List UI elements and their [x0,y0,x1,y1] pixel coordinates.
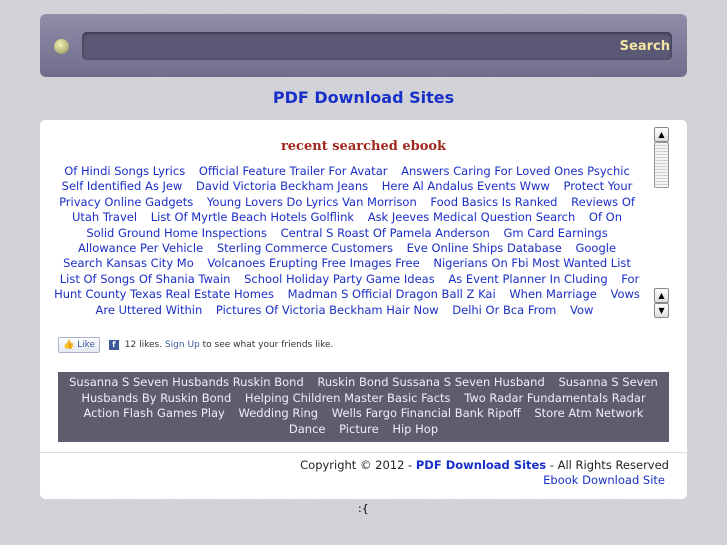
recent-link[interactable]: Gm Card Earnings [503,226,607,240]
recent-link[interactable]: Of On [589,210,622,224]
scroll-down-arrow-icon[interactable]: ▼ [654,303,669,318]
ebook-download-link[interactable]: Ebook Download Site [543,473,665,487]
status-dot-icon [54,39,69,54]
scroll-thumb[interactable] [654,142,669,188]
recent-link[interactable]: As Event Planner In Cluding [448,272,607,286]
search-bar: Search [40,14,687,77]
recent-link[interactable]: Madman S Official Dragon Ball Z Kai [288,287,496,301]
copyright-line: Copyright © 2012 - PDF Download Sites - … [300,458,669,472]
recent-link[interactable]: Pictures Of Victoria Beckham Hair Now [216,303,439,317]
recent-link[interactable]: Search Kansas City Mo [63,256,194,270]
recent-link[interactable]: Volcanoes Erupting Free Images Free [207,256,419,270]
recent-link[interactable]: List Of Songs Of Shania Twain [60,272,231,286]
tag-link[interactable]: Ruskin Bond Sussana S Seven Husband [317,375,544,389]
recent-link[interactable]: Sterling Commerce Customers [217,241,393,255]
recent-link[interactable]: Google [575,241,616,255]
recent-link[interactable]: Here Al Andalus Events Www [382,179,550,193]
search-input[interactable] [82,32,672,60]
recent-link[interactable]: When Marriage [509,287,597,301]
recent-link[interactable]: Food Basics Is Ranked [430,195,557,209]
likes-count: 12 likes. [124,340,163,350]
facebook-like-row: 👍 Like f 12 likes. Sign Up to see what y… [58,337,333,357]
tag-link[interactable]: Helping Children Master Basic Facts [245,391,451,405]
scroll-up-arrow-icon[interactable]: ▲ [654,127,669,142]
tag-link[interactable]: Husbands By Ruskin Bond [81,391,231,405]
site-title[interactable]: PDF Download Sites [0,88,727,107]
tag-link[interactable]: Susanna S Seven Husbands Ruskin Bond [69,375,304,389]
like-button[interactable]: 👍 Like [58,337,101,353]
recent-link[interactable]: Answers Caring For Loved Ones Psychic [401,164,630,178]
recent-link[interactable]: Vow [570,303,593,317]
recent-link[interactable]: Reviews Of [571,195,635,209]
tag-link[interactable]: Wedding Ring [239,406,319,420]
tag-link[interactable]: Dance [289,422,326,436]
recent-link[interactable]: Delhi Or Bca From [452,303,556,317]
recent-link[interactable]: Ask Jeeves Medical Question Search [368,210,576,224]
scrollbar[interactable]: ▲ ▲ ▼ [654,127,669,318]
divider [40,452,687,453]
recent-link[interactable]: Central S Roast Of Pamela Anderson [281,226,490,240]
recent-link[interactable]: Eve Online Ships Database [407,241,562,255]
recent-link[interactable]: Nigerians On Fbi Most Wanted List [433,256,631,270]
recent-link[interactable]: Solid Ground Home Inspections [86,226,267,240]
tag-link[interactable]: Hip Hop [392,422,438,436]
recent-link[interactable]: School Holiday Party Game Ideas [244,272,435,286]
scroll-up-arrow-icon[interactable]: ▲ [654,288,669,303]
recent-link[interactable]: Of Hindi Songs Lyrics [64,164,185,178]
recent-links-list: Of Hindi Songs Lyrics Official Feature T… [54,164,640,317]
tag-link[interactable]: Wells Fargo Financial Bank Ripoff [332,406,521,420]
footer-site-link[interactable]: PDF Download Sites [416,458,546,472]
tag-link[interactable]: Store Atm Network [534,406,643,420]
likes-hint: to see what your friends like. [202,340,334,350]
recent-link[interactable]: Official Feature Trailer For Avatar [199,164,388,178]
tag-link[interactable]: Susanna S Seven [558,375,657,389]
tag-cloud: Susanna S Seven Husbands Ruskin Bond Rus… [58,372,669,442]
recent-link[interactable]: Young Lovers Do Lyrics Van Morrison [207,195,417,209]
recent-searched-title: recent searched ebook [280,139,447,154]
recent-link[interactable]: Self Identified As Jew [62,179,183,193]
recent-link[interactable]: List Of Myrtle Beach Hotels Golflink [151,210,354,224]
tag-link[interactable]: Action Flash Games Play [84,406,225,420]
recent-link[interactable]: Privacy Online Gadgets [59,195,193,209]
tag-link[interactable]: Two Radar Fundamentals Radar [464,391,645,405]
recent-link[interactable]: David Victoria Beckham Jeans [196,179,368,193]
smiley-text: :{ [358,502,369,515]
signup-link[interactable]: Sign Up [165,340,200,350]
recent-link[interactable]: Protect Your [563,179,632,193]
tag-link[interactable]: Picture [339,422,379,436]
recent-link[interactable]: Utah Travel [72,210,137,224]
content-panel: recent searched ebook Of Hindi Songs Lyr… [40,120,687,499]
search-button[interactable]: Search [620,39,670,54]
recent-link[interactable]: Allowance Per Vehicle [78,241,203,255]
facebook-icon: f [108,340,119,350]
